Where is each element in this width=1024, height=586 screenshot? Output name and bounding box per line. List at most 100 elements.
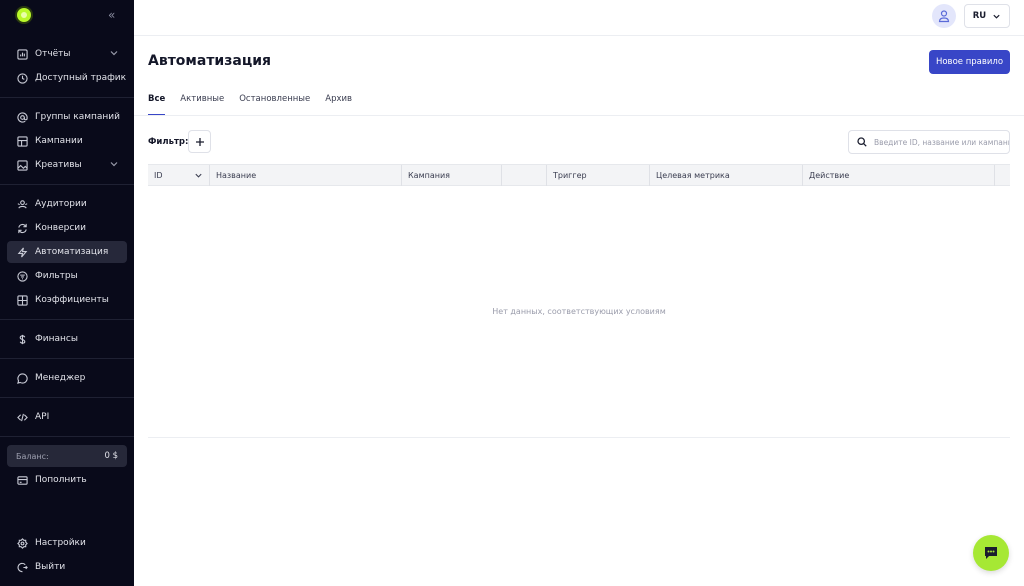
settings-icon — [16, 537, 28, 549]
search-box — [848, 130, 1010, 154]
sidebar-item-label: Кампании — [35, 136, 83, 146]
top-bar: RU — [134, 0, 1024, 36]
sidebar-divider — [0, 436, 134, 437]
sidebar-item-label: Доступный трафик — [35, 73, 127, 83]
sidebar-item-label: Фильтры — [35, 271, 78, 281]
sidebar: « Отчёты Доступный трафик Группы кампани… — [0, 0, 134, 586]
language-select[interactable]: RU — [964, 4, 1010, 28]
tab-stopped[interactable]: Остановленные — [239, 94, 310, 116]
column-header-trigger[interactable]: Триггер — [547, 165, 650, 186]
empty-state-text: Нет данных, соответствующих условиям — [492, 307, 666, 316]
sidebar-item-finance[interactable]: Финансы — [7, 328, 127, 350]
chat-bubble-icon — [985, 547, 997, 559]
rules-table-header: ID Название Кампания Триггер Целевая мет… — [148, 164, 1010, 186]
image-icon — [16, 159, 28, 171]
sidebar-item-label: Настройки — [35, 538, 86, 548]
sidebar-item-logout[interactable]: Выйти — [7, 556, 127, 578]
column-header-name[interactable]: Название — [210, 165, 402, 186]
balance-display: Баланс: 0 $ — [7, 445, 127, 467]
avatar[interactable] — [932, 4, 956, 28]
column-header-target-metric[interactable]: Целевая метрика — [650, 165, 803, 186]
audience-icon — [16, 198, 28, 210]
sidebar-item-api[interactable]: API — [7, 406, 127, 428]
balance-label: Баланс: — [16, 451, 49, 461]
logo[interactable] — [17, 8, 31, 22]
column-header-id[interactable]: ID — [148, 165, 210, 186]
sidebar-divider — [0, 319, 134, 320]
sidebar-item-label: Группы кампаний — [35, 112, 120, 122]
chart-icon — [16, 48, 28, 60]
column-label: Название — [216, 171, 257, 180]
sidebar-item-label: Креативы — [35, 160, 82, 170]
column-label: Целевая метрика — [656, 171, 730, 180]
plus-icon — [195, 137, 204, 146]
tabs: Все Активные Остановленные Архив — [148, 94, 367, 116]
sidebar-item-label: Менеджер — [35, 373, 86, 383]
wallet-icon — [16, 474, 28, 486]
sidebar-item-label: Аудитории — [35, 199, 87, 209]
sidebar-item-campaign-groups[interactable]: Группы кампаний — [7, 106, 127, 128]
dollar-icon — [16, 333, 28, 345]
clock-icon — [16, 72, 28, 84]
sidebar-item-conversions[interactable]: Конверсии — [7, 217, 127, 239]
chevron-down-icon — [110, 162, 118, 167]
user-icon — [938, 10, 950, 23]
sidebar-item-campaigns[interactable]: Кампании — [7, 130, 127, 152]
code-icon — [16, 411, 28, 423]
sidebar-item-label: Конверсии — [35, 223, 86, 233]
lightning-icon — [16, 246, 28, 258]
column-label: Кампания — [408, 171, 450, 180]
tabs-divider — [134, 115, 1024, 116]
refresh-icon — [16, 222, 28, 234]
column-label: ID — [154, 171, 163, 180]
column-header-action[interactable]: Действие — [803, 165, 995, 186]
tab-archive[interactable]: Архив — [325, 94, 352, 116]
new-rule-button[interactable]: Новое правило — [929, 50, 1010, 74]
sidebar-divider — [0, 184, 134, 185]
sidebar-item-label: Выйти — [35, 562, 66, 572]
column-header-extra — [995, 165, 1010, 186]
balance-value: 0 $ — [104, 451, 118, 461]
tab-active[interactable]: Активные — [180, 94, 224, 116]
filter-label: Фильтр: — [148, 137, 189, 147]
search-icon — [857, 137, 867, 147]
sidebar-divider — [0, 397, 134, 398]
sidebar-item-label: Пополнить — [35, 475, 87, 485]
sidebar-item-label: Коэффициенты — [35, 295, 109, 305]
grid-icon — [16, 135, 28, 147]
sidebar-item-label: Финансы — [35, 334, 78, 344]
tab-all[interactable]: Все — [148, 94, 166, 116]
table-bottom-border — [148, 437, 1010, 438]
table-icon — [16, 294, 28, 306]
sidebar-item-label: Автоматизация — [35, 247, 109, 257]
chevron-down-icon — [993, 14, 1000, 19]
filter-icon — [16, 270, 28, 282]
sidebar-item-filters[interactable]: Фильтры — [7, 265, 127, 287]
collapse-sidebar-icon[interactable]: « — [108, 8, 115, 22]
add-filter-button[interactable] — [188, 130, 211, 153]
page-title: Автоматизация — [148, 53, 271, 69]
sidebar-item-settings[interactable]: Настройки — [7, 532, 127, 554]
sidebar-item-coefficients[interactable]: Коэффициенты — [7, 289, 127, 311]
column-label: Триггер — [553, 171, 587, 180]
column-label: Действие — [809, 171, 850, 180]
sidebar-item-traffic[interactable]: Доступный трафик — [7, 67, 127, 89]
support-chat-button[interactable] — [973, 535, 1009, 571]
sidebar-divider — [0, 358, 134, 359]
sidebar-item-top-up[interactable]: Пополнить — [7, 469, 127, 491]
column-header-empty — [502, 165, 547, 186]
chevron-down-icon — [195, 173, 202, 178]
sidebar-item-audiences[interactable]: Аудитории — [7, 193, 127, 215]
chevron-down-icon — [110, 51, 118, 56]
at-icon — [16, 111, 28, 123]
sidebar-item-label: Отчёты — [35, 49, 71, 59]
column-header-campaign[interactable]: Кампания — [402, 165, 502, 186]
sidebar-item-reports[interactable]: Отчёты — [7, 43, 127, 65]
search-input[interactable] — [874, 137, 1009, 147]
sidebar-divider — [0, 97, 134, 98]
sidebar-item-label: API — [35, 412, 50, 422]
sidebar-item-manager[interactable]: Менеджер — [7, 367, 127, 389]
sidebar-item-automation[interactable]: Автоматизация — [7, 241, 127, 263]
sidebar-item-creatives[interactable]: Креативы — [7, 154, 127, 176]
logout-icon — [16, 561, 28, 573]
